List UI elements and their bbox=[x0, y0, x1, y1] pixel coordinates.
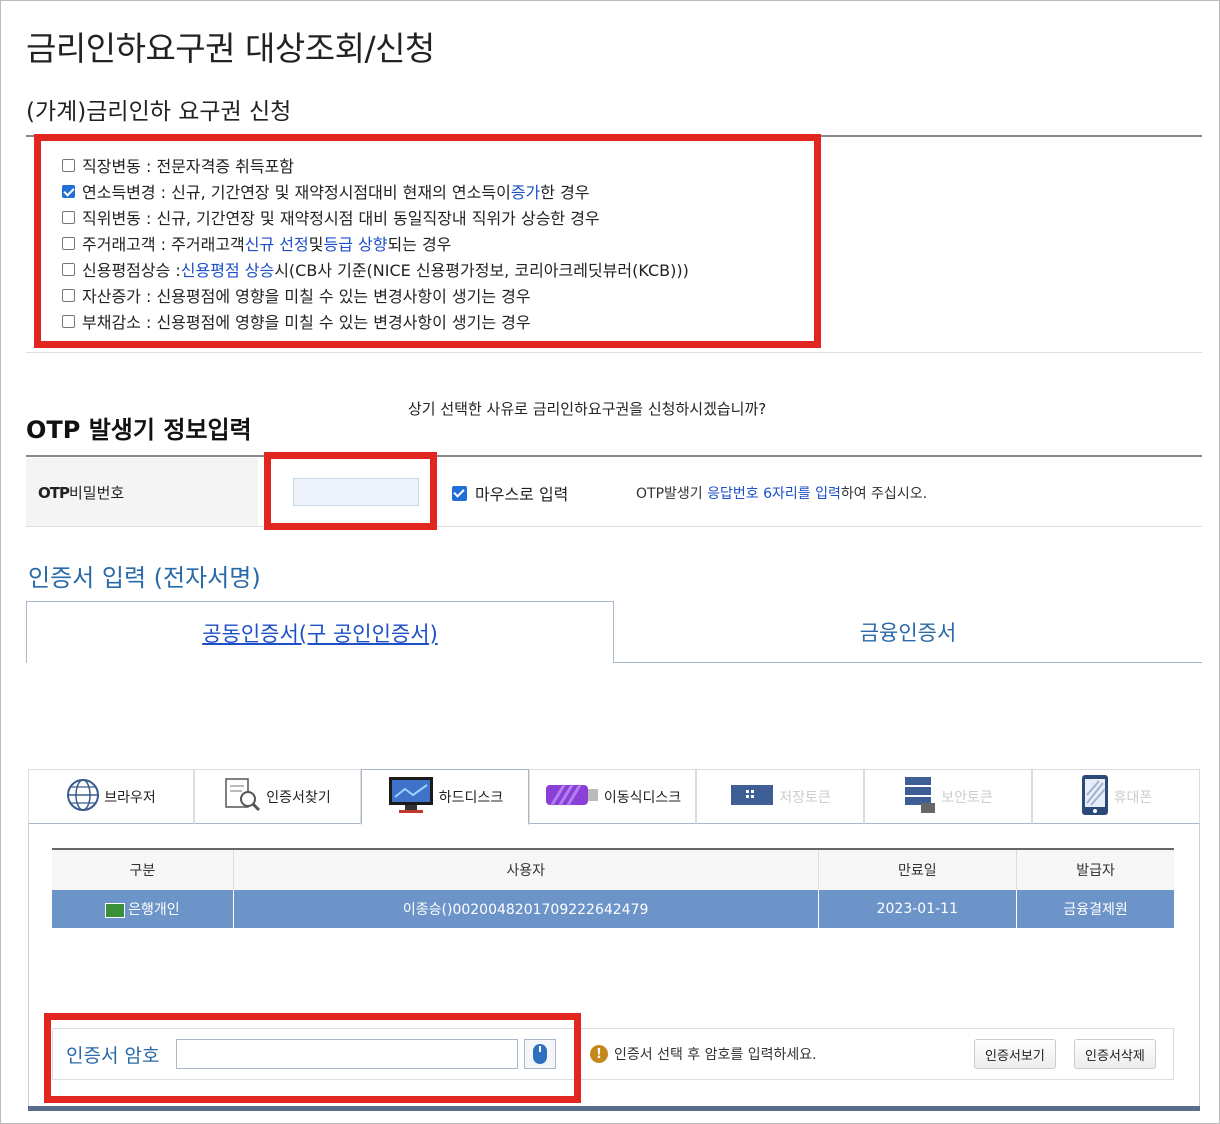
mouse-input-toggle[interactable]: 마우스로 입력 bbox=[452, 481, 568, 505]
table-header-row: 구분 사용자 만료일 발급자 bbox=[52, 848, 1174, 890]
highlight-box-reasons bbox=[34, 134, 821, 348]
media-tab-label: 하드디스크 bbox=[438, 790, 504, 806]
media-tab-phone: 휴대폰 bbox=[1032, 769, 1200, 824]
media-tab-security-token: 보안토큰 bbox=[864, 769, 1032, 824]
token-icon bbox=[729, 781, 775, 813]
cell-type: 은행개인 bbox=[52, 890, 234, 928]
warning-icon: ! bbox=[590, 1045, 608, 1063]
highlight-box-password bbox=[44, 1013, 581, 1103]
globe-icon bbox=[66, 778, 100, 816]
media-tab-hard-disk[interactable]: 하드디스크 bbox=[361, 769, 529, 825]
monitor-icon bbox=[387, 775, 435, 819]
cell-user: 이종승()0020048201709222642479 bbox=[232, 890, 819, 928]
checkbox-checked[interactable] bbox=[452, 485, 467, 501]
bottom-bar bbox=[28, 1106, 1200, 1111]
delete-cert-button[interactable]: 인증서삭제 bbox=[1074, 1039, 1156, 1069]
media-tabs: 브라우저 인증서찾기 하드디스크 이동식디스크 저장토큰 보안토큰 휴대폰 bbox=[28, 769, 1200, 825]
password-hint-text: 인증서 선택 후 암호를 입력하세요. bbox=[614, 1047, 817, 1063]
page-title: 금리인하요구권 대상조회/신청 bbox=[26, 29, 435, 68]
tab-label: 공동인증서(구 공인인증서) bbox=[202, 622, 438, 646]
otp-row: OTP비밀번호 마우스로 입력 OTP발생기 응답번호 6자리를 입력하여 주십… bbox=[26, 458, 1202, 526]
otp-label: OTP비밀번호 bbox=[38, 484, 125, 502]
highlight-box-otp bbox=[264, 452, 437, 530]
column-header: 발급자 bbox=[1016, 848, 1174, 890]
cell-issuer: 금융결제원 bbox=[1016, 890, 1174, 928]
security-token-icon bbox=[903, 775, 937, 819]
media-tab-label: 이동식디스크 bbox=[603, 789, 682, 806]
cert-search-icon bbox=[224, 777, 262, 817]
media-tab-label: 보안토큰 bbox=[941, 789, 993, 806]
table-row[interactable]: 은행개인 이종승()0020048201709222642479 2023-01… bbox=[52, 890, 1174, 928]
media-tab-label: 휴대폰 bbox=[1113, 789, 1153, 806]
phone-icon bbox=[1080, 773, 1110, 821]
divider bbox=[26, 526, 1202, 527]
usb-icon bbox=[544, 781, 600, 813]
password-hint: ! 인증서 선택 후 암호를 입력하세요. bbox=[590, 1044, 817, 1064]
tab-label: 금융인증서 bbox=[859, 621, 957, 645]
column-header: 구분 bbox=[52, 848, 234, 890]
bank-cert-icon bbox=[105, 902, 126, 918]
otp-label-cell: OTP비밀번호 bbox=[26, 458, 258, 526]
column-header: 만료일 bbox=[817, 848, 1017, 890]
view-cert-button[interactable]: 인증서보기 bbox=[974, 1039, 1056, 1069]
divider bbox=[26, 455, 1202, 457]
column-header: 사용자 bbox=[232, 848, 819, 890]
media-tab-label: 저장토큰 bbox=[779, 789, 831, 806]
divider bbox=[26, 352, 1202, 353]
media-tab-cert-search[interactable]: 인증서찾기 bbox=[194, 769, 361, 824]
media-tab-label: 인증서찾기 bbox=[266, 789, 331, 806]
media-tab-removable-disk[interactable]: 이동식디스크 bbox=[529, 769, 696, 824]
section-title: (가계)금리인하 요구권 신청 bbox=[26, 99, 292, 125]
confirm-question: 상기 선택한 사유로 금리인하요구권을 신청하시겠습니까? bbox=[408, 400, 767, 418]
media-tab-browser[interactable]: 브라우저 bbox=[28, 769, 194, 824]
cert-section-title: 인증서 입력 (전자서명) bbox=[28, 564, 261, 592]
media-tab-label: 브라우저 bbox=[104, 789, 156, 806]
otp-help-text: OTP발생기 응답번호 6자리를 입력하여 주십시오. bbox=[636, 486, 928, 502]
cert-table: 구분 사용자 만료일 발급자 은행개인 이종승()002004820170922… bbox=[52, 848, 1174, 928]
tab-financial-certificate[interactable]: 금융인증서 bbox=[614, 601, 1202, 663]
otp-title: OTP 발생기 정보입력 bbox=[26, 416, 252, 444]
media-tab-storage-token: 저장토큰 bbox=[696, 769, 864, 824]
cell-expiry: 2023-01-11 bbox=[817, 890, 1017, 928]
mouse-input-label: 마우스로 입력 bbox=[475, 485, 569, 504]
tab-joint-certificate[interactable]: 공동인증서(구 공인인증서) bbox=[26, 601, 614, 663]
